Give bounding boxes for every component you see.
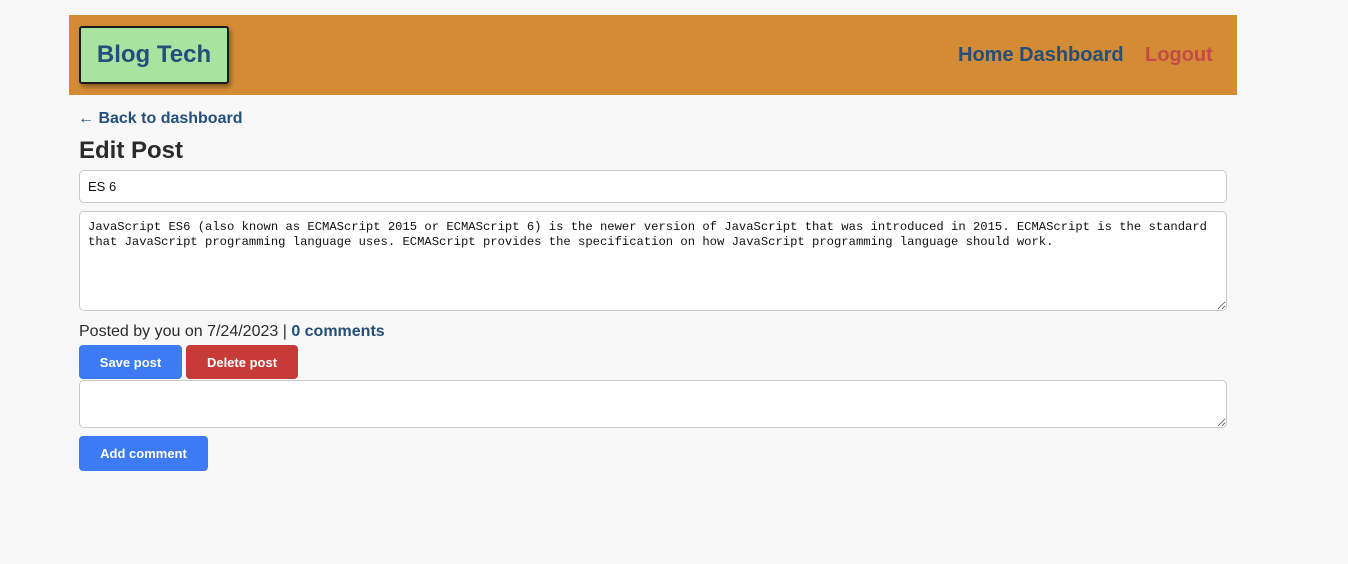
delete-post-button[interactable]: Delete post	[186, 345, 298, 379]
nav-home-dashboard-link[interactable]: Home Dashboard	[958, 43, 1124, 67]
site-header: Blog Tech Home Dashboard Logout	[69, 15, 1237, 95]
back-to-dashboard-link[interactable]: ← Back to dashboard	[78, 109, 242, 129]
page-title: Edit Post	[79, 137, 184, 164]
post-meta-text: Posted by you on 7/24/2023 |	[79, 323, 292, 340]
add-comment-button[interactable]: Add comment	[79, 436, 208, 471]
brand-logo-link[interactable]: Blog Tech	[79, 26, 229, 84]
page: Blog Tech Home Dashboard Logout ← Back t…	[0, 0, 1348, 564]
post-meta: Posted by you on 7/24/2023 | 0 comments	[79, 322, 385, 342]
comment-textarea[interactable]	[79, 380, 1227, 428]
save-post-button[interactable]: Save post	[79, 345, 182, 379]
nav-logout-link[interactable]: Logout	[1145, 43, 1213, 67]
comments-count-link[interactable]: 0 comments	[291, 323, 384, 340]
post-title-input[interactable]	[79, 170, 1227, 203]
post-body-textarea[interactable]: JavaScript ES6 (also known as ECMAScript…	[79, 211, 1227, 311]
